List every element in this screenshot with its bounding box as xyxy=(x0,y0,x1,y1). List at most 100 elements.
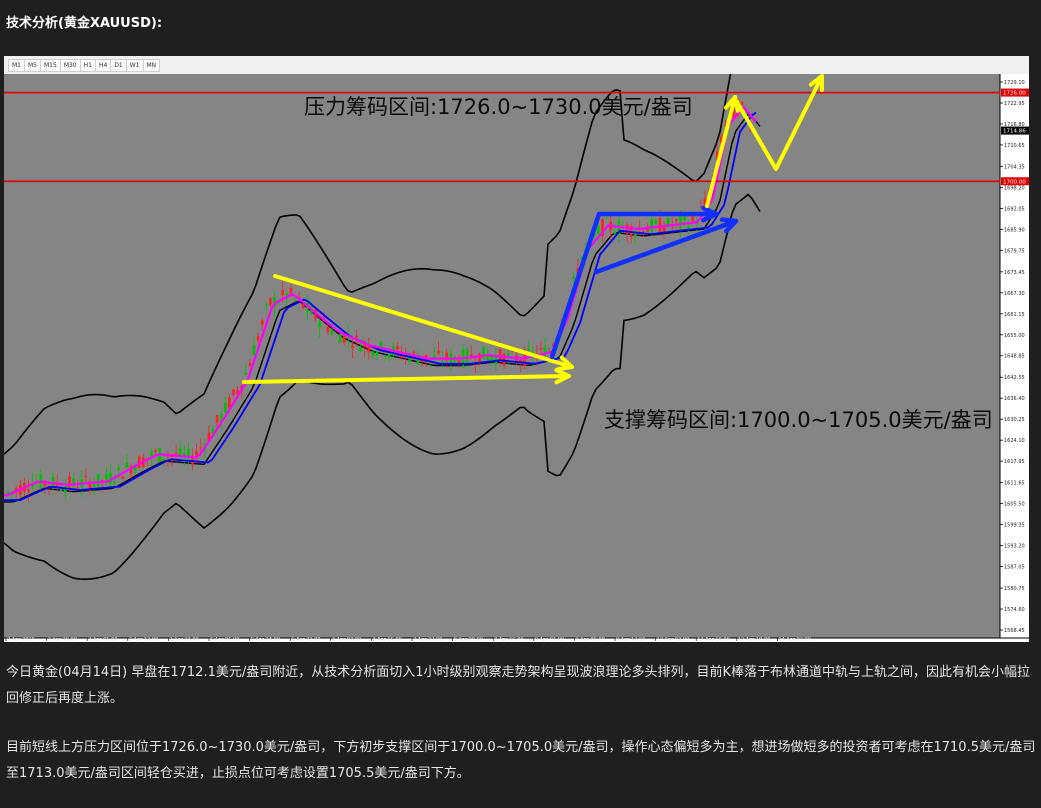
price-tick-label: 1630.25 xyxy=(1004,417,1025,423)
candle-body xyxy=(375,352,379,356)
candle-body xyxy=(613,231,617,234)
support-zone-label: 支撑筹码区间:1700.0~1705.0美元/盎司 xyxy=(604,408,993,432)
time-tick-label: 3 Apr 13:00 xyxy=(129,637,158,642)
price-tick-label: 1617.95 xyxy=(1004,459,1025,465)
candle-body xyxy=(490,356,494,361)
time-tick-label: 13 Apr 10:00 xyxy=(697,637,730,642)
price-tick-label: 1729.10 xyxy=(1004,80,1025,86)
candle-body xyxy=(388,353,391,358)
candle-body xyxy=(105,473,108,481)
candle-body xyxy=(150,451,153,457)
candle-body xyxy=(396,345,399,350)
price-tick-label: 1648.85 xyxy=(1004,354,1025,360)
time-tick-label: 3 Apr 21:00 xyxy=(169,637,198,642)
time-tick-label: 7 Apr 15:00 xyxy=(372,637,401,642)
price-tick-label: 1667.30 xyxy=(1004,291,1025,297)
candle-body xyxy=(187,448,190,457)
candle-body xyxy=(650,219,653,232)
timeframe-mn-button[interactable]: MN xyxy=(142,59,161,72)
candle-body xyxy=(437,350,440,354)
candle-body xyxy=(6,492,10,494)
candle-body xyxy=(293,297,297,299)
time-tick-label: 3 Apr 05:00 xyxy=(88,637,117,642)
timeframe-buttons: M1 M5 M15 M30 H1 H4 D1 W1 MN xyxy=(8,59,161,72)
price-tick-label: 1599.35 xyxy=(1004,523,1025,529)
candle-body xyxy=(646,229,649,232)
candle-body xyxy=(195,451,198,456)
candle-body xyxy=(675,219,678,221)
price-tick-label: 1568.45 xyxy=(1004,628,1025,634)
time-tick-label: 13 Apr 02:00 xyxy=(657,637,690,642)
candle-body xyxy=(96,474,100,486)
candle-body xyxy=(224,402,227,414)
timeframe-m30-button[interactable]: M30 xyxy=(59,59,81,72)
candle-body xyxy=(605,217,608,219)
resistance-zone-label: 压力筹码区间:1726.0~1730.0美元/盎司 xyxy=(304,95,693,119)
candle-body xyxy=(597,225,600,235)
candle-body xyxy=(84,475,88,477)
candle-body xyxy=(154,450,157,452)
candle-body xyxy=(679,216,682,228)
support-price-tag: 1700.00 xyxy=(1003,179,1026,185)
timeframe-h1-button[interactable]: H1 xyxy=(79,59,96,72)
price-tick-label: 1642.55 xyxy=(1004,375,1025,381)
timeframe-d1-button[interactable]: D1 xyxy=(110,59,127,72)
section-heading: 技术分析(黄金XAUUSD): xyxy=(6,16,163,31)
candle-body xyxy=(199,447,202,449)
time-tick-label: 6 Apr 06:00 xyxy=(210,637,239,642)
candle-body xyxy=(265,304,268,306)
candle-body xyxy=(359,346,362,352)
candle-body xyxy=(539,347,543,350)
candle-body xyxy=(338,334,342,343)
candle-body xyxy=(465,349,469,362)
time-tick-label: 2 Apr 2020 xyxy=(7,637,35,642)
price-tick-label: 1580.75 xyxy=(1004,586,1025,592)
candle-body xyxy=(691,216,694,222)
price-tick-label: 1605.50 xyxy=(1004,502,1025,508)
timeframe-h4-button[interactable]: H4 xyxy=(94,59,112,72)
price-tick-label: 1685.90 xyxy=(1004,227,1025,233)
current-price-tag: 1714.86 xyxy=(1003,129,1026,135)
candle-body xyxy=(60,489,63,491)
candlestick-chart: 1729.101722.951716.801710.651704.351698.… xyxy=(4,74,1029,642)
analysis-paragraph-1: 今日黄金(04月14日) 早盘在1712.1美元/盎司附近，从技术分析面切入1小… xyxy=(6,665,1031,706)
candle-body xyxy=(232,389,235,396)
price-tick-label: 1636.40 xyxy=(1004,396,1025,402)
candle-body xyxy=(330,329,334,335)
price-tick-label: 1679.75 xyxy=(1004,248,1025,254)
price-tick-label: 1624.10 xyxy=(1004,438,1025,444)
candle-body xyxy=(318,322,321,328)
price-tick-label: 1611.65 xyxy=(1004,481,1025,487)
price-tick-label: 1655.00 xyxy=(1004,333,1025,339)
time-tick-label: 6 Apr 22:00 xyxy=(291,637,320,642)
candle-body xyxy=(260,320,264,325)
candle-body xyxy=(76,487,79,489)
price-tick-label: 1692.05 xyxy=(1004,206,1025,212)
candle-body xyxy=(441,360,444,363)
price-tick-label: 1698.20 xyxy=(1004,185,1025,191)
price-tick-label: 1587.05 xyxy=(1004,565,1025,571)
timeframe-w1-button[interactable]: W1 xyxy=(125,59,144,72)
candle-body xyxy=(412,351,416,354)
candle-body xyxy=(662,226,666,233)
candle-body xyxy=(162,458,166,461)
timeframe-m5-button[interactable]: M5 xyxy=(24,59,41,72)
timeframe-toolbar: M1 M5 M15 M30 H1 H4 D1 W1 MN xyxy=(4,56,1029,75)
candle-body xyxy=(256,336,260,341)
candle-body xyxy=(371,351,375,356)
candle-body xyxy=(248,363,252,367)
time-tick-label: 9 Apr 17:00 xyxy=(616,637,645,642)
timeframe-m1-button[interactable]: M1 xyxy=(8,59,25,72)
price-tick-label: 1704.35 xyxy=(1004,164,1025,170)
time-tick-label: 7 Apr 07:00 xyxy=(332,637,361,642)
candle-body xyxy=(215,415,219,423)
candle-body xyxy=(740,102,744,106)
timeframe-m15-button[interactable]: M15 xyxy=(40,59,61,72)
time-tick-label: 9 Apr 09:00 xyxy=(575,637,604,642)
time-tick-label: 2 Apr 20:00 xyxy=(48,637,77,642)
candle-body xyxy=(281,289,284,296)
analysis-paragraph-2: 目前短线上方压力区间位于1726.0~1730.0美元/盎司，下方初步支撑区间于… xyxy=(6,740,1036,781)
candle-body xyxy=(289,287,293,294)
candle-body xyxy=(252,345,256,356)
time-tick-label: 9 Apr 01:00 xyxy=(535,637,564,642)
